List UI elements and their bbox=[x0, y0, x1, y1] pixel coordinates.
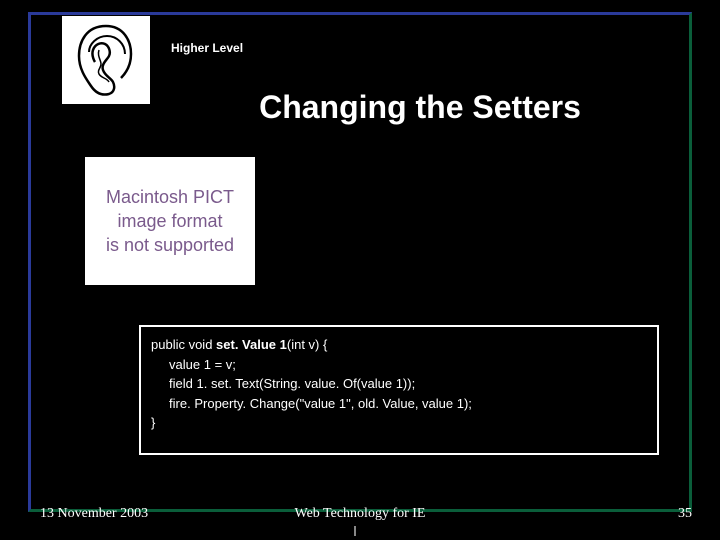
higher-level-label: Higher Level bbox=[171, 41, 243, 55]
code-line-5: } bbox=[151, 413, 647, 433]
slide-title: Changing the Setters bbox=[31, 89, 689, 126]
pict-line3: is not supported bbox=[106, 235, 234, 255]
ear-icon bbox=[71, 20, 141, 100]
code-l1-prefix: public void bbox=[151, 337, 216, 352]
code-line-2: value 1 = v; bbox=[151, 355, 647, 375]
code-box: public void set. Value 1(int v) { value … bbox=[139, 325, 659, 455]
code-l1-suffix: (int v) { bbox=[287, 337, 327, 352]
pict-placeholder: Macintosh PICT image format is not suppo… bbox=[85, 157, 255, 285]
code-line-4: fire. Property. Change("value 1", old. V… bbox=[151, 394, 647, 414]
slide-frame: Higher Level Changing the Setters Macint… bbox=[28, 12, 692, 512]
footer-page-number: 35 bbox=[678, 506, 692, 522]
footer-tick bbox=[354, 526, 356, 536]
code-l1-bold: set. Value 1 bbox=[216, 337, 287, 352]
footer-center: Web Technology for IE bbox=[0, 506, 720, 522]
pict-line2: image format bbox=[117, 211, 222, 231]
code-line-1: public void set. Value 1(int v) { bbox=[151, 335, 647, 355]
pict-line1: Macintosh PICT bbox=[106, 187, 234, 207]
pict-text: Macintosh PICT image format is not suppo… bbox=[106, 185, 234, 258]
code-line-3: field 1. set. Text(String. value. Of(val… bbox=[151, 374, 647, 394]
